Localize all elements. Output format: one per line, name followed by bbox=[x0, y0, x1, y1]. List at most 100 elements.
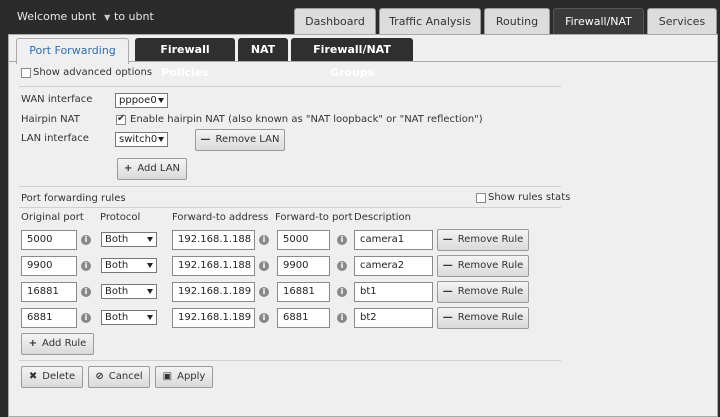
header-protocol: Protocol bbox=[100, 212, 141, 223]
apply-button[interactable]: ▣ Apply bbox=[155, 366, 213, 388]
subtab-firewall-nat-groups[interactable]: Firewall/NAT Groups bbox=[291, 38, 413, 79]
forward-port-input[interactable]: 6881 bbox=[277, 308, 330, 328]
original-port-input[interactable]: 6881 bbox=[21, 308, 77, 328]
protocol-value: Both bbox=[105, 234, 129, 245]
info-icon[interactable]: i bbox=[81, 235, 91, 245]
remove-rule-label: Remove Rule bbox=[457, 286, 524, 297]
minus-icon: — bbox=[442, 260, 453, 271]
port-forwarding-rules-title: Port forwarding rules bbox=[21, 193, 126, 204]
description-input[interactable]: bt2 bbox=[354, 308, 433, 328]
protocol-value: Both bbox=[105, 286, 129, 297]
info-icon[interactable]: i bbox=[259, 235, 269, 245]
info-icon[interactable]: i bbox=[259, 313, 269, 323]
header-description: Description bbox=[354, 212, 411, 223]
forward-address-input[interactable]: 192.168.1.188 bbox=[172, 256, 255, 276]
chevron-down-icon bbox=[147, 237, 153, 242]
remove-rule-button[interactable]: — Remove Rule bbox=[437, 307, 529, 329]
hairpin-nat-label: Hairpin NAT bbox=[21, 114, 80, 125]
minus-icon: — bbox=[442, 234, 453, 245]
protocol-select[interactable]: Both bbox=[101, 310, 157, 325]
tab-routing[interactable]: Routing bbox=[484, 8, 550, 34]
save-icon: ▣ bbox=[162, 371, 173, 382]
plus-icon: + bbox=[123, 163, 133, 174]
tab-services[interactable]: Services bbox=[647, 8, 717, 34]
show-advanced-checkbox[interactable] bbox=[21, 68, 31, 78]
show-rules-stats-label: Show rules stats bbox=[488, 192, 571, 203]
remove-rule-button[interactable]: — Remove Rule bbox=[437, 281, 529, 303]
info-icon[interactable]: i bbox=[81, 287, 91, 297]
close-icon: ✖ bbox=[28, 371, 38, 382]
divider bbox=[19, 360, 561, 361]
subtab-port-forwarding[interactable]: Port Forwarding bbox=[16, 38, 129, 64]
protocol-select[interactable]: Both bbox=[101, 284, 157, 299]
header-original-port: Original port bbox=[21, 212, 84, 223]
show-rules-stats-checkbox[interactable] bbox=[476, 193, 486, 203]
forward-address-input[interactable]: 192.168.1.188 bbox=[172, 230, 255, 250]
lan-interface-select[interactable]: switch0 bbox=[115, 132, 168, 147]
forward-address-input[interactable]: 192.168.1.189 bbox=[172, 282, 255, 302]
protocol-select[interactable]: Both bbox=[101, 258, 157, 273]
lan-interface-label: LAN interface bbox=[21, 133, 89, 144]
add-rule-button[interactable]: + Add Rule bbox=[21, 333, 94, 355]
forward-address-input[interactable]: 192.168.1.189 bbox=[172, 308, 255, 328]
description-input[interactable]: camera2 bbox=[354, 256, 433, 276]
info-icon[interactable]: i bbox=[259, 287, 269, 297]
remove-rule-label: Remove Rule bbox=[457, 234, 524, 245]
cancel-label: Cancel bbox=[108, 371, 143, 382]
cancel-button[interactable]: ⊘ Cancel bbox=[88, 366, 150, 388]
header-forward-address: Forward-to address bbox=[172, 212, 269, 223]
forward-port-input[interactable]: 9900 bbox=[277, 256, 330, 276]
remove-rule-label: Remove Rule bbox=[457, 312, 524, 323]
wan-interface-select[interactable]: pppoe0 bbox=[115, 93, 168, 108]
to-user-text: to ubnt bbox=[114, 10, 154, 23]
lan-interface-value: switch0 bbox=[119, 134, 158, 145]
original-port-input[interactable]: 5000 bbox=[21, 230, 77, 250]
add-lan-button[interactable]: + Add LAN bbox=[117, 158, 187, 180]
wan-interface-value: pppoe0 bbox=[119, 95, 157, 106]
minus-icon: — bbox=[442, 312, 453, 323]
divider bbox=[19, 186, 561, 187]
subtab-nat[interactable]: NAT bbox=[238, 38, 288, 61]
remove-rule-button[interactable]: — Remove Rule bbox=[437, 229, 529, 251]
add-lan-label: Add LAN bbox=[137, 163, 181, 174]
info-icon[interactable]: i bbox=[81, 313, 91, 323]
protocol-select[interactable]: Both bbox=[101, 232, 157, 247]
user-menu[interactable]: Welcome ubnt ▼ bbox=[17, 10, 110, 23]
forward-port-input[interactable]: 5000 bbox=[277, 230, 330, 250]
chevron-down-icon bbox=[147, 289, 153, 294]
description-input[interactable]: camera1 bbox=[354, 230, 433, 250]
top-bar: Welcome ubnt ▼ to ubnt Dashboard Traffic … bbox=[0, 0, 720, 36]
original-port-input[interactable]: 9900 bbox=[21, 256, 77, 276]
info-icon[interactable]: i bbox=[81, 261, 91, 271]
remove-lan-button[interactable]: — Remove LAN bbox=[195, 129, 285, 151]
hairpin-nat-checkbox[interactable] bbox=[116, 113, 126, 125]
tab-firewall-nat[interactable]: Firewall/NAT bbox=[553, 8, 644, 34]
delete-button[interactable]: ✖ Delete bbox=[21, 366, 83, 388]
info-icon[interactable]: i bbox=[259, 261, 269, 271]
info-icon[interactable]: i bbox=[337, 235, 347, 245]
subtab-firewall-policies[interactable]: Firewall Policies bbox=[135, 38, 235, 79]
protocol-value: Both bbox=[105, 312, 129, 323]
chevron-down-icon bbox=[147, 263, 153, 268]
info-icon[interactable]: i bbox=[337, 261, 347, 271]
divider bbox=[19, 207, 561, 208]
description-input[interactable]: bt1 bbox=[354, 282, 433, 302]
divider bbox=[19, 86, 561, 87]
delete-label: Delete bbox=[42, 371, 76, 382]
cancel-icon: ⊘ bbox=[95, 371, 104, 382]
original-port-input[interactable]: 16881 bbox=[21, 282, 77, 302]
caret-down-icon: ▼ bbox=[104, 13, 111, 22]
chevron-down-icon bbox=[158, 98, 164, 103]
remove-rule-label: Remove Rule bbox=[457, 260, 524, 271]
remove-rule-button[interactable]: — Remove Rule bbox=[437, 255, 529, 277]
add-rule-label: Add Rule bbox=[42, 338, 87, 349]
info-icon[interactable]: i bbox=[337, 313, 347, 323]
chevron-down-icon bbox=[147, 315, 153, 320]
info-icon[interactable]: i bbox=[337, 287, 347, 297]
tab-dashboard[interactable]: Dashboard bbox=[294, 8, 376, 34]
tab-traffic-analysis[interactable]: Traffic Analysis bbox=[379, 8, 481, 34]
plus-icon: + bbox=[28, 338, 38, 349]
remove-lan-label: Remove LAN bbox=[215, 134, 280, 145]
forward-port-input[interactable]: 16881 bbox=[277, 282, 330, 302]
protocol-value: Both bbox=[105, 260, 129, 271]
